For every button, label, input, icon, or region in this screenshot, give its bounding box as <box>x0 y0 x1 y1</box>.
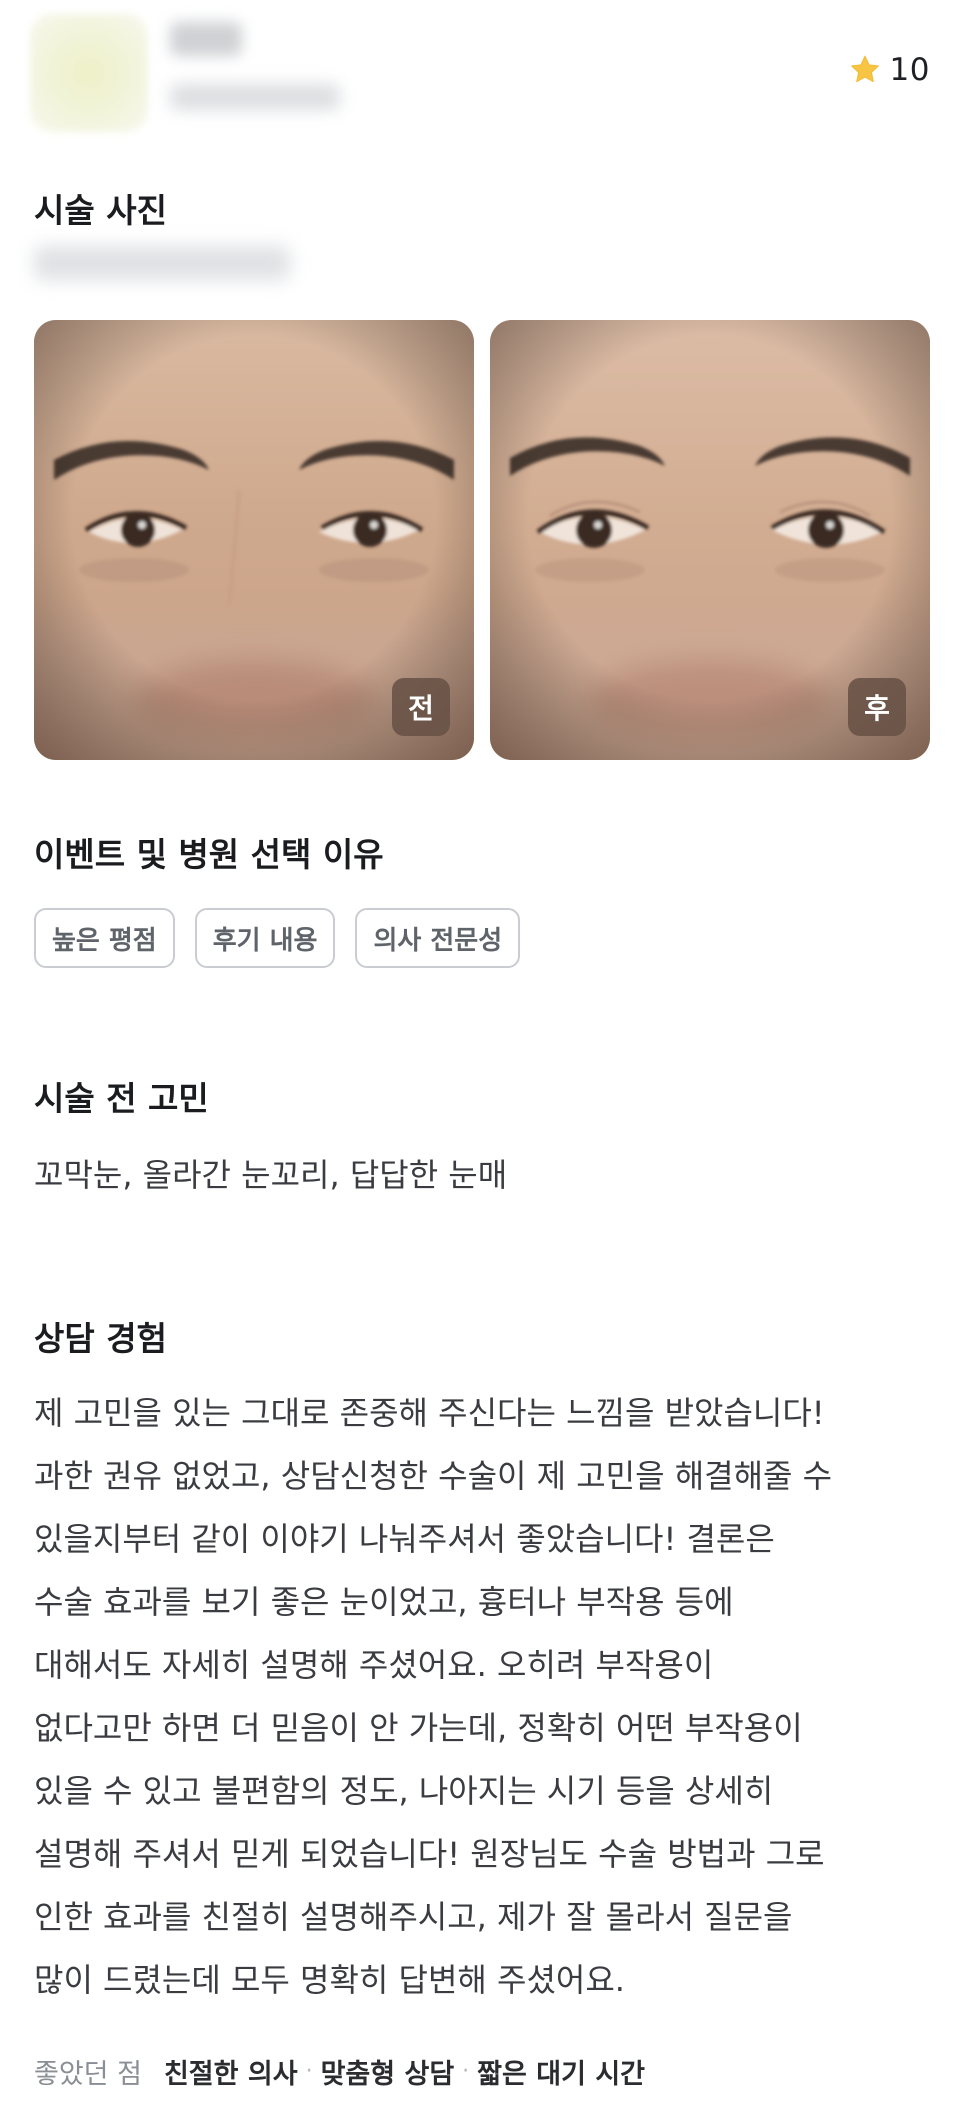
liked-item: 맞춤형 상담 <box>320 2059 455 2090</box>
liked-separator: · <box>305 2059 313 2084</box>
consult-line: 인한 효과를 친절히 설명해주시고, 제가 잘 몰라서 질문을 <box>34 1898 793 1936</box>
consult-line: 있을 수 있고 불편함의 정도, 나아지는 시기 등을 상세히 <box>34 1772 774 1810</box>
star-icon <box>850 55 879 83</box>
reason-chips: 높은 평점 후기 내용 의사 전문성 <box>34 908 521 968</box>
blurred-username <box>170 22 242 56</box>
chip-review-content: 후기 내용 <box>194 908 336 968</box>
after-photo[interactable]: 후 <box>490 320 930 760</box>
rating-score: 10 <box>889 52 930 88</box>
chip-doctor-expertise: 의사 전문성 <box>355 908 521 968</box>
consult-line: 제 고민을 있는 그대로 존중해 주신다는 느낌을 받았습니다! <box>34 1394 825 1432</box>
consult-line: 대해서도 자세히 설명해 주셨어요. 오히려 부작용이 <box>34 1646 714 1684</box>
consult-line: 많이 드렸는데 모두 명확히 답변해 주셨어요. <box>34 1961 625 1999</box>
before-tag: 전 <box>392 678 450 736</box>
consult-text: 제 고민을 있는 그대로 존중해 주신다는 느낌을 받았습니다! 과한 권유 없… <box>34 1382 934 2012</box>
concern-text: 꼬막눈, 올라간 눈꼬리, 답답한 눈매 <box>34 1156 508 1194</box>
consult-line: 없다고만 하면 더 믿음이 안 가는데, 정확히 어떤 부작용이 <box>34 1709 803 1747</box>
before-photo[interactable]: 전 <box>34 320 474 760</box>
liked-item: 짧은 대기 시간 <box>477 2059 646 2090</box>
reason-section-title: 이벤트 및 병원 선택 이유 <box>34 835 384 874</box>
liked-label: 좋았던 점 <box>34 2059 142 2090</box>
review-header: 10 <box>0 0 966 150</box>
consult-line: 있을지부터 같이 이야기 나눠주셔서 좋았습니다! 결론은 <box>34 1520 775 1558</box>
before-after-photos: 전 후 <box>34 320 930 760</box>
chip-high-rating: 높은 평점 <box>34 908 175 968</box>
liked-points: 좋았던 점 친절한 의사 · 맞춤형 상담 · 짧은 대기 시간 <box>34 2052 645 2091</box>
avatar[interactable] <box>30 14 148 132</box>
after-tag: 후 <box>848 678 906 736</box>
blurred-user-meta <box>170 84 340 110</box>
consult-line: 설명해 주셔서 믿게 되었습니다! 원장님도 수술 방법과 그로 <box>34 1835 825 1873</box>
consult-section-title: 상담 경험 <box>34 1319 167 1358</box>
rating: 10 <box>848 52 930 88</box>
consult-line: 과한 권유 없었고, 상담신청한 수술이 제 고민을 해결해줄 수 <box>34 1457 833 1495</box>
liked-separator: · <box>462 2059 470 2084</box>
consult-line: 수술 효과를 보기 좋은 눈이었고, 흉터나 부작용 등에 <box>34 1583 734 1621</box>
concern-section-title: 시술 전 고민 <box>34 1079 209 1118</box>
photo-section-title: 시술 사진 <box>34 191 167 230</box>
blurred-procedure-info <box>34 246 290 280</box>
liked-item: 친절한 의사 <box>163 2059 298 2090</box>
